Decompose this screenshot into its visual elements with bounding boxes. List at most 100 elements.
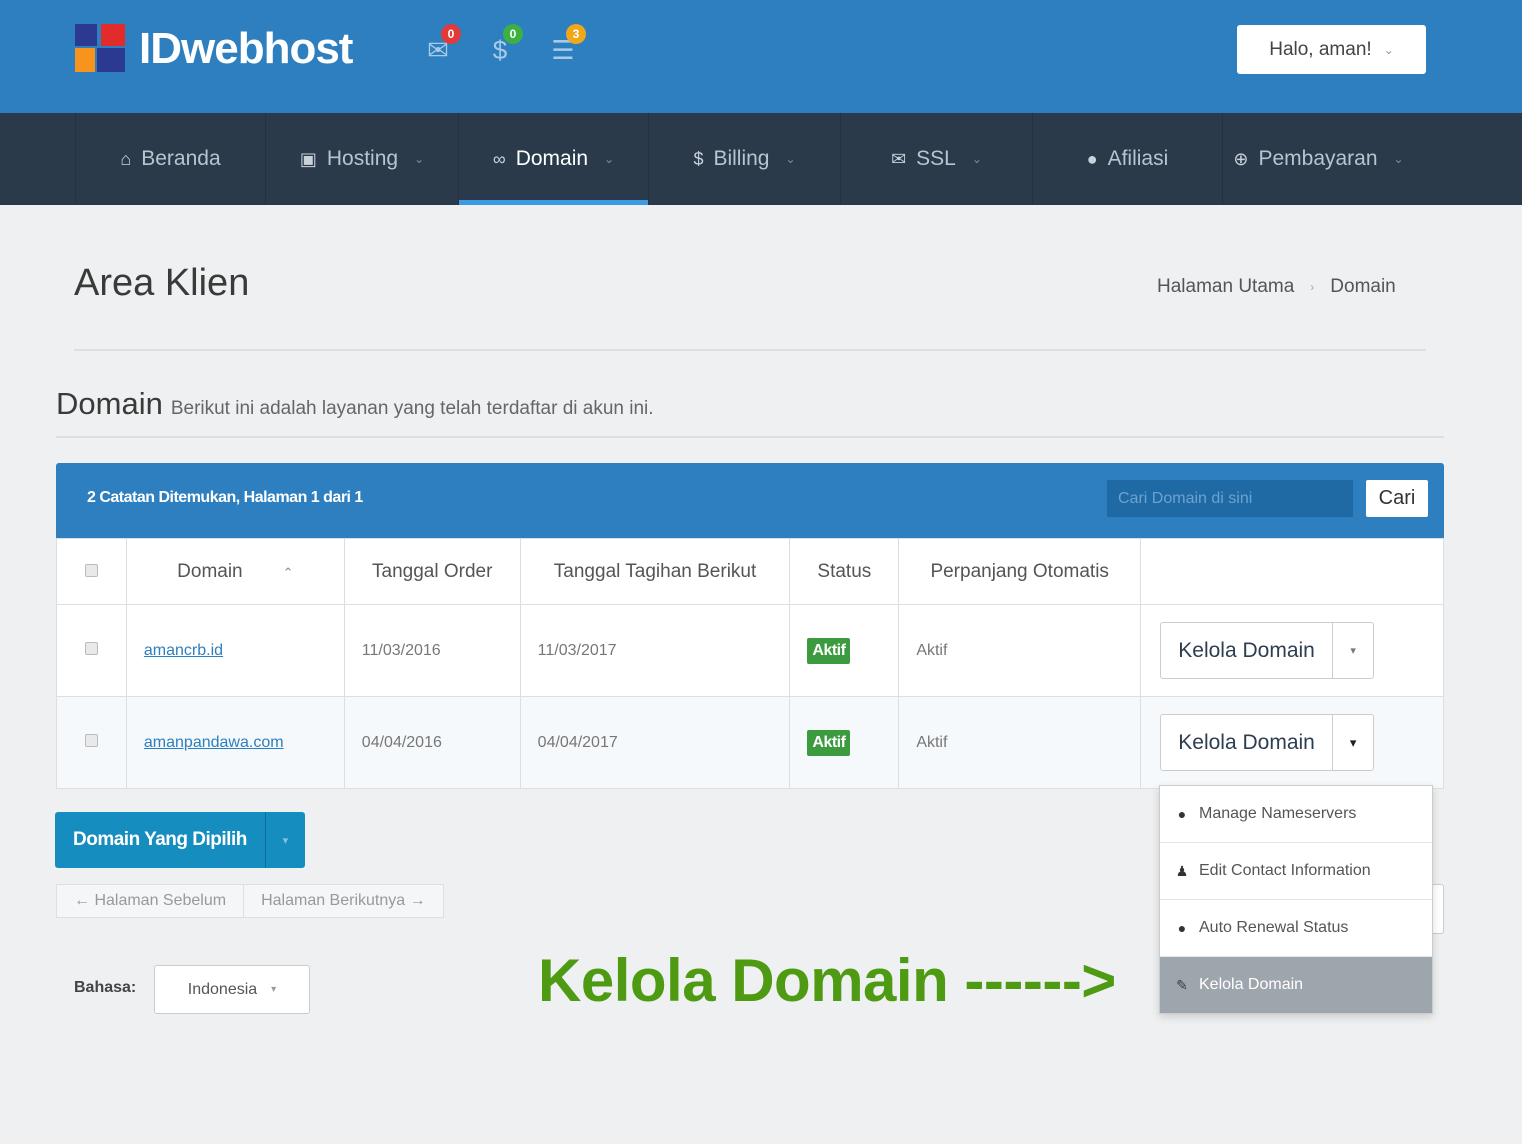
auto-renew-cell: Aktif	[898, 696, 1142, 789]
chevron-down-icon: ⌄	[971, 152, 982, 166]
globe-icon: ●	[1177, 920, 1187, 936]
kelola-domain-dropdown: ● Manage Nameservers ♟ Edit Contact Info…	[1159, 785, 1433, 1014]
dollar-icon[interactable]: $ 0	[483, 24, 523, 66]
breadcrumb-home[interactable]: Halaman Utama	[1157, 276, 1294, 298]
nav-label: Billing	[713, 147, 770, 170]
kelola-domain-caret[interactable]: ▾	[1333, 715, 1373, 770]
user-icon: ♟	[1175, 862, 1189, 879]
kelola-domain-caret[interactable]: ▾	[1333, 623, 1373, 678]
divider	[56, 436, 1444, 438]
row-checkbox[interactable]	[84, 641, 98, 655]
nav-label: SSL	[916, 147, 956, 170]
annotation-text: Kelola Domain ------>	[538, 947, 1116, 1014]
user-menu-button[interactable]: Halo, aman! ⌄	[1237, 25, 1426, 74]
auto-renew-cell: Aktif	[898, 604, 1142, 697]
nav-label: Afiliasi	[1107, 147, 1169, 170]
row-checkbox[interactable]	[84, 733, 98, 747]
bulk-action-group: Domain Yang Dipilih ▾	[55, 812, 305, 868]
col-domain[interactable]: Domain ⌃	[125, 538, 345, 605]
kelola-domain-group: Kelola Domain ▾	[1160, 714, 1375, 771]
col-label: Domain	[177, 560, 243, 582]
mail-icon[interactable]: ✉ 0	[421, 24, 461, 66]
sort-asc-icon: ⌃	[282, 564, 294, 580]
bulk-action-caret[interactable]: ▾	[264, 812, 305, 868]
col-status[interactable]: Status	[789, 538, 900, 605]
menu-item-edit-contact[interactable]: ♟ Edit Contact Information	[1160, 843, 1432, 900]
chat-icon[interactable]: ☰ 3	[546, 24, 586, 66]
col-auto-renew[interactable]: Perpanjang Otomatis	[898, 538, 1142, 605]
top-header: IDwebhost ✉ 0 $ 0 ☰ 3 Halo, aman! ⌄	[0, 0, 1522, 113]
order-date-cell: 04/04/2016	[343, 696, 521, 789]
certificate-icon: ✉	[891, 148, 907, 169]
ticket-badge: 3	[566, 24, 586, 44]
menu-item-manage-nameservers[interactable]: ● Manage Nameservers	[1160, 786, 1432, 843]
records-count: 2 Catatan Ditemukan, Halaman 1 dari 1	[87, 489, 363, 506]
chevron-down-icon: ⌄	[1383, 42, 1394, 57]
page-title: Area Klien	[74, 262, 250, 304]
search-button[interactable]: Cari	[1366, 480, 1428, 517]
status-cell: Aktif	[789, 696, 900, 789]
logo-text: IDwebhost	[139, 24, 353, 73]
kelola-domain-button[interactable]: Kelola Domain	[1161, 623, 1334, 678]
nav-hosting[interactable]: ▣ Hosting ⌄	[265, 113, 458, 205]
mail-badge: 0	[441, 24, 461, 44]
divider	[74, 349, 1426, 351]
domains-table: Domain ⌃ Tanggal Order Tanggal Tagihan Be…	[56, 538, 1444, 789]
logo[interactable]: IDwebhost	[75, 24, 353, 74]
actions-cell: Kelola Domain ▾	[1140, 604, 1444, 697]
menu-item-label: Kelola Domain	[1199, 976, 1304, 993]
nav-label: Pembayaran	[1258, 147, 1378, 170]
main-nav: ⌂ Beranda ▣ Hosting ⌄ ∞ Domain ⌄ $ Billi…	[0, 113, 1522, 205]
kelola-domain-button[interactable]: Kelola Domain	[1161, 715, 1334, 770]
chevron-down-icon: ▾	[271, 984, 277, 995]
nav-label: Hosting	[326, 147, 399, 170]
dollar-icon: $	[693, 148, 704, 169]
section-header: Domain Berikut ini adalah layanan yang t…	[56, 386, 654, 422]
section-subtitle: Berikut ini adalah layanan yang telah te…	[170, 398, 654, 419]
row-select-cell	[56, 604, 127, 697]
table-row: amanpandawa.com 04/04/2016 04/04/2017 Ak…	[56, 696, 1444, 789]
select-all-checkbox[interactable]	[84, 563, 98, 577]
nav-billing[interactable]: $ Billing ⌄	[648, 113, 840, 205]
col-order-date[interactable]: Tanggal Order	[343, 538, 521, 605]
globe-icon: ⊕	[1233, 148, 1249, 169]
home-icon: ⌂	[120, 148, 132, 169]
nav-beranda[interactable]: ⌂ Beranda	[75, 113, 265, 205]
nav-label: Domain	[515, 147, 589, 170]
language-select[interactable]: Indonesia ▾	[154, 965, 310, 1014]
language-value: Indonesia	[187, 980, 258, 998]
col-next-due[interactable]: Tanggal Tagihan Berikut	[519, 538, 791, 605]
server-icon: ▣	[299, 148, 317, 169]
nav-afiliasi[interactable]: ● Afiliasi	[1032, 113, 1222, 205]
invoice-badge: 0	[503, 24, 523, 44]
prev-page-button[interactable]: ← Halaman Sebelum	[57, 885, 243, 917]
nav-pembayaran[interactable]: ⊕ Pembayaran ⌄	[1222, 113, 1414, 205]
menu-item-auto-renewal[interactable]: ● Auto Renewal Status	[1160, 900, 1432, 957]
status-cell: Aktif	[789, 604, 900, 697]
user-greeting: Halo, aman!	[1269, 38, 1372, 60]
logo-mark	[75, 24, 127, 74]
domain-cell: amanpandawa.com	[125, 696, 345, 789]
language-label: Bahasa:	[74, 979, 137, 996]
status-badge: Aktif	[807, 637, 851, 664]
status-badge: Aktif	[807, 729, 851, 756]
select-all-cell	[56, 538, 127, 605]
domain-search-input[interactable]	[1107, 480, 1353, 517]
table-header-row: Domain ⌃ Tanggal Order Tanggal Tagihan Be…	[56, 538, 1444, 605]
kelola-domain-group: Kelola Domain ▾	[1160, 622, 1375, 679]
domain-link[interactable]: amancrb.id	[144, 642, 223, 659]
nav-ssl[interactable]: ✉ SSL ⌄	[840, 113, 1032, 205]
nav-domain[interactable]: ∞ Domain ⌄	[458, 113, 648, 205]
next-page-button[interactable]: Halaman Berikutnya →	[243, 885, 443, 917]
chevron-down-icon: ⌄	[1393, 152, 1404, 166]
menu-item-label: Auto Renewal Status	[1199, 919, 1349, 936]
globe-icon: ●	[1177, 806, 1187, 822]
breadcrumb: Halaman Utama › Domain	[1157, 276, 1396, 298]
table-row: amancrb.id 11/03/2016 11/03/2017 Aktif A…	[56, 604, 1444, 697]
bulk-action-button[interactable]: Domain Yang Dipilih	[55, 812, 265, 868]
menu-item-kelola-domain[interactable]: ✎ Kelola Domain	[1160, 957, 1432, 1013]
next-due-cell: 11/03/2017	[519, 604, 791, 697]
breadcrumb-current: Domain	[1330, 276, 1396, 297]
section-title: Domain	[56, 386, 163, 421]
domain-link[interactable]: amanpandawa.com	[144, 734, 284, 751]
